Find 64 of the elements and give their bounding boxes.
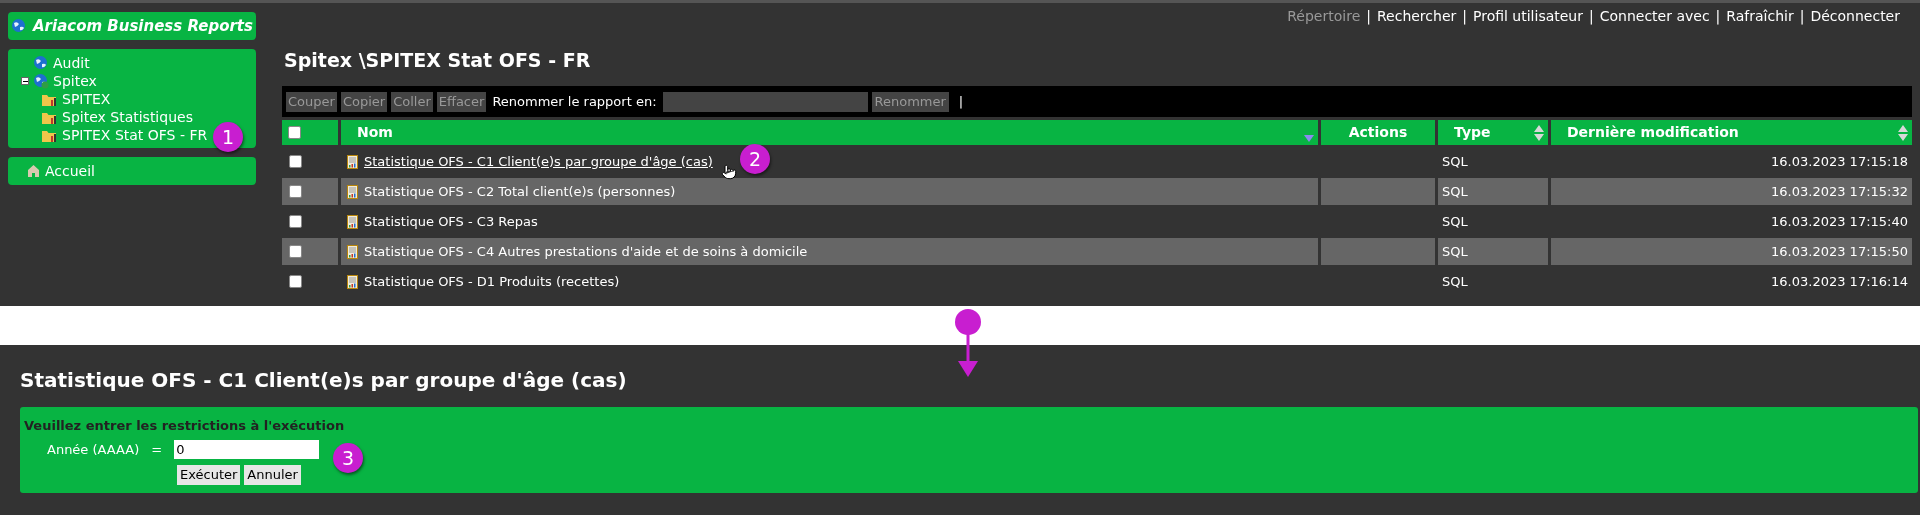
report-link[interactable]: Statistique OFS - C3 Repas [364,211,538,232]
nav-separator: | [1365,6,1372,27]
nav-link: Répertoire [1287,6,1361,26]
report-title: Statistique OFS - C1 Client(e)s par groupe d'âge (cas) [20,367,628,394]
rename-button[interactable]: Renommer [871,91,949,112]
column-header[interactable]: Nom [341,120,1318,145]
checkbox[interactable] [289,215,302,228]
equals-sign: = [151,440,163,459]
table-cell-text: SQL [1441,152,1469,171]
report-document-icon [347,154,358,169]
checkbox[interactable] [289,185,302,198]
nav-separator: | [1714,6,1722,27]
globe-icon [11,18,27,34]
checkbox[interactable] [289,275,302,288]
report-document-icon [347,244,358,259]
nav-link[interactable]: Connecter avec [1599,5,1710,27]
nav-separator: | [1798,6,1806,27]
table-cell: 16.03.2023 17:15:50 [1551,238,1912,265]
toolbar-button[interactable]: Couper [286,91,337,112]
report-document-icon [347,184,358,199]
checkbox[interactable] [288,126,301,139]
checkbox[interactable] [289,155,302,168]
form-button[interactable]: Annuler [244,465,301,485]
report-link[interactable]: Statistique OFS - D1 Produits (recettes) [364,271,620,292]
rename-field[interactable] [662,91,868,112]
globe-plus-icon [33,73,49,89]
table-cell-text: SQL [1441,272,1469,291]
toolbar-button[interactable]: Effacer [436,91,487,112]
app-title-button[interactable]: Ariacom Business Reports [8,12,256,40]
year-field[interactable]: 0 [174,439,320,459]
nav-link[interactable]: Déconnecter [1810,5,1900,27]
table-cell-text: 16.03.2023 17:15:18 [1770,152,1909,171]
toolbar-button[interactable]: Copier [340,91,388,112]
globe-icon [33,55,49,71]
table-cell: 16.03.2023 17:15:32 [1551,178,1912,205]
table-cell: SQL [1438,178,1548,205]
checkbox[interactable] [289,245,302,258]
column-header[interactable]: Actions [1321,120,1435,145]
toolbar-button[interactable]: Coller [391,91,433,112]
table-cell-text: 16.03.2023 17:16:14 [1770,272,1909,291]
toolbar-separator: | [958,92,964,111]
home-button[interactable]: Accueil [8,157,256,185]
report-document-icon [347,214,358,229]
report-link[interactable]: Statistique OFS - C1 Client(e)s par groupe d'âge (cas) [364,151,713,172]
nav-link[interactable]: Rafraîchir [1726,5,1794,27]
restrictions-prompt: Veuillez entrer les restrictions à l'exécution [24,417,346,435]
nav-separator: | [1461,6,1468,27]
report-document-icon [347,274,358,289]
rename-label: Renommer le rapport en: [492,92,657,111]
collapse-icon[interactable] [21,77,29,85]
nav-separator: | [1588,6,1595,27]
nav-link[interactable]: Rechercher [1376,5,1457,27]
nav-link[interactable]: Profil utilisateur [1473,5,1583,27]
form-button[interactable]: Exécuter [177,465,241,485]
column-header[interactable]: Type [1438,120,1548,145]
table-cell-text: 16.03.2023 17:15:40 [1770,212,1909,231]
hand-cursor-icon [721,163,737,181]
table-cell-text: SQL [1441,212,1469,231]
flow-arrow [955,309,981,377]
table-cell: SQL [1438,238,1548,265]
house-icon [28,165,39,177]
column-header[interactable]: Dernière modification [1551,120,1912,145]
folder-title: Spitex \SPITEX Stat OFS - FR [284,48,592,73]
field-label: Année (AAAA) [47,440,140,459]
